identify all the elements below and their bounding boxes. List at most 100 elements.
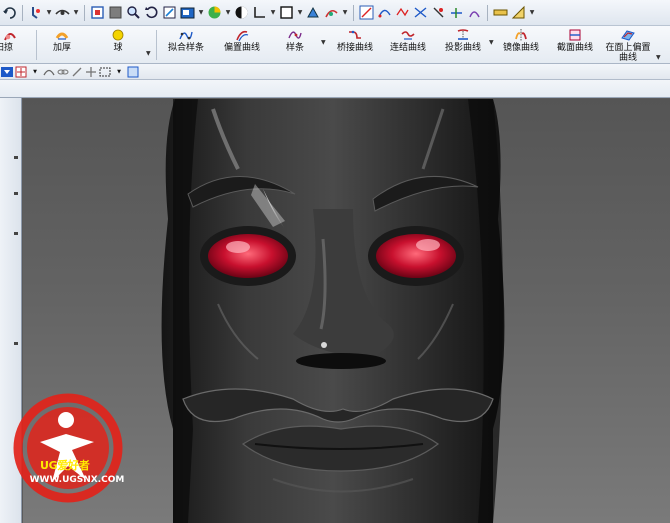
resource-tab-marker[interactable] [14, 342, 18, 345]
project-dropdown-arrow[interactable]: ▼ [489, 39, 494, 46]
offset-in-face-label-line2: 曲线 [618, 53, 637, 63]
connect-icon[interactable] [71, 66, 83, 78]
project-curve-label: 投影曲线 [444, 43, 481, 53]
layer-dropdown-arrow[interactable]: ▼ [297, 5, 303, 20]
sphere-dropdown-arrow[interactable]: ▼ [146, 50, 151, 57]
spline-pole-icon[interactable] [377, 5, 392, 20]
fit-icon[interactable] [162, 5, 177, 20]
selection-scope-icon[interactable] [127, 66, 139, 78]
trim-icon[interactable] [449, 5, 464, 20]
thicken-command-label: 加厚 [52, 43, 71, 53]
filter-dropdown-icon[interactable] [1, 66, 13, 78]
top-icon-toolbar: ▼ ▼ ▼ ▼ ▼ ▼ ▼ ▼ [0, 0, 670, 26]
watermark-logo-icon [13, 393, 123, 503]
thicken-command-icon [55, 28, 69, 42]
selection-toolbar: ▼ ▼ [0, 64, 670, 80]
curve-tools-icon[interactable] [359, 5, 374, 20]
sphere-command[interactable]: 球 [108, 28, 128, 62]
point-set-icon[interactable] [395, 5, 410, 20]
resource-tab-marker[interactable] [14, 232, 18, 235]
color-dropdown-arrow[interactable]: ▼ [225, 5, 231, 20]
project-curve-icon [456, 28, 470, 42]
intersect-icon[interactable] [413, 5, 428, 20]
spline-dropdown-arrow[interactable]: ▼ [321, 39, 326, 46]
render-dropdown-arrow[interactable]: ▼ [198, 5, 204, 20]
stop-at-intersect-icon[interactable] [85, 66, 97, 78]
sweep-command[interactable]: 扫掠 [0, 28, 22, 62]
fit-spline-command[interactable]: 拟合样条 [166, 28, 206, 62]
snap-dropdown-arrow[interactable]: ▼ [46, 5, 52, 20]
snap-icon[interactable] [28, 5, 43, 20]
offset-curve-label: 偏置曲线 [223, 43, 260, 53]
offset-in-face-command[interactable]: 在面上偏置 曲线 [604, 28, 652, 63]
point-dropdown-arrow[interactable]: ▼ [29, 66, 41, 78]
shaded-icon[interactable] [108, 5, 123, 20]
wcs-dropdown-arrow[interactable]: ▼ [270, 5, 276, 20]
section-curve-command[interactable]: 截面曲线 [555, 28, 595, 62]
move-icon[interactable] [306, 5, 321, 20]
render-icon[interactable] [180, 5, 195, 20]
section-curve-icon [568, 28, 582, 42]
view-dropdown-arrow[interactable]: ▼ [73, 5, 79, 20]
toolbar-separator [353, 4, 354, 21]
right-eye [376, 234, 456, 278]
select-dropdown-arrow[interactable]: ▼ [113, 66, 125, 78]
extract-icon[interactable] [431, 5, 446, 20]
fit-spline-label: 拟合样条 [167, 43, 204, 53]
sphere-command-label: 球 [113, 43, 123, 53]
join-curve-icon [401, 28, 415, 42]
thicken-command[interactable]: 加厚 [50, 28, 74, 62]
snap-point-icon[interactable] [15, 66, 27, 78]
sweep-dropdown-arrow[interactable]: ▼ [342, 5, 348, 20]
toolbar-separator [84, 4, 85, 21]
divide-icon[interactable] [467, 5, 482, 20]
project-curve-command[interactable]: 投影曲线 [443, 28, 483, 62]
display-icon[interactable] [234, 5, 249, 20]
select-box-icon[interactable] [99, 66, 111, 78]
spline-command[interactable]: 样条 [283, 28, 307, 62]
wcs-icon[interactable] [252, 5, 267, 20]
mirror-curve-label: 镜像曲线 [502, 43, 539, 53]
sphere-icon [111, 28, 125, 42]
offset-curve-command[interactable]: 偏置曲线 [222, 28, 262, 62]
toolbar-separator [487, 4, 488, 21]
color-sphere-icon[interactable] [207, 5, 222, 20]
analysis-dropdown-arrow[interactable]: ▼ [529, 5, 535, 20]
watermark-brand: UG爱好者 [40, 459, 90, 472]
offset-curve-icon [235, 28, 249, 42]
ribbon-separator [156, 30, 157, 60]
resource-tab-marker[interactable] [14, 192, 18, 195]
join-curve-label: 连结曲线 [389, 43, 426, 53]
measure-icon[interactable] [493, 5, 508, 20]
offset-in-face-label: 在面上偏置 [605, 43, 651, 53]
offset-in-face-icon [621, 28, 635, 42]
sweep-icon[interactable] [324, 5, 339, 20]
analysis-icon[interactable] [511, 5, 526, 20]
bridge-curve-label: 桥接曲线 [336, 43, 373, 53]
fit-spline-icon [179, 28, 193, 42]
rotate-icon[interactable] [144, 5, 159, 20]
mirror-curve-icon [514, 28, 528, 42]
watermark-url: WWW.UGSNX.COM [29, 475, 125, 485]
select-icon[interactable] [90, 5, 105, 20]
left-eye [208, 234, 288, 278]
toolbar-separator [22, 4, 23, 21]
mirror-curve-command[interactable]: 镜像曲线 [501, 28, 541, 62]
layer-box-icon[interactable] [279, 5, 294, 20]
join-curve-command[interactable]: 连结曲线 [388, 28, 428, 62]
bridge-curve-command[interactable]: 桥接曲线 [335, 28, 375, 62]
spline-icon [288, 28, 302, 42]
zoom-icon[interactable] [126, 5, 141, 20]
spline-label: 样条 [285, 43, 304, 53]
view-icon[interactable] [55, 5, 70, 20]
toolbar-spacer [0, 80, 670, 98]
sweep-command-icon [3, 28, 17, 42]
bridge-curve-icon [348, 28, 362, 42]
undo-icon[interactable] [2, 5, 17, 20]
sweep-command-label: 扫掠 [0, 43, 13, 53]
ribbon-more-arrow[interactable]: ▼ [656, 54, 661, 61]
curve-rule-icon[interactable] [43, 66, 55, 78]
chain-icon[interactable] [57, 66, 69, 78]
ugsnx-watermark [10, 392, 130, 504]
resource-tab-marker[interactable] [14, 156, 18, 159]
